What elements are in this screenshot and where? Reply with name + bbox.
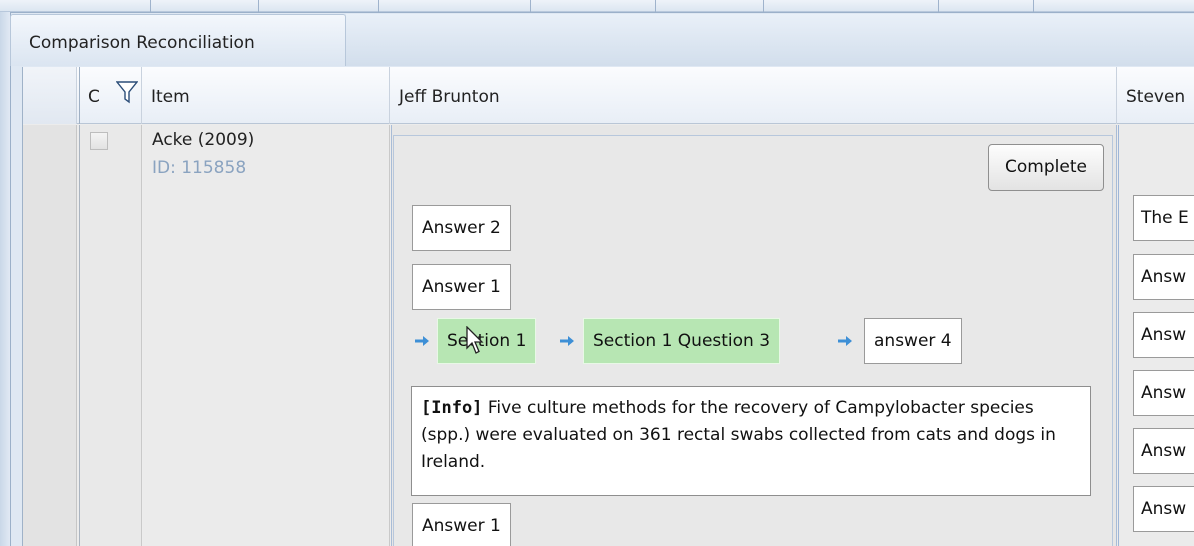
reviewer-1-column-header[interactable]: Jeff Brunton [391,67,1117,124]
answer-chip[interactable]: Answer 1 [412,503,511,546]
reconciliation-grid: C Item Jeff Brunton Steven Acke (2009) I… [22,67,1194,546]
item-column-label: Item [151,87,190,107]
reviewer-2-column-label: Steven [1126,87,1186,107]
answer-chip[interactable]: Answ [1133,428,1194,474]
completed-column-label: C [88,87,100,107]
row-indicator-cell [23,125,77,546]
reviewer-1-column-label: Jeff Brunton [399,87,500,107]
info-text: Five culture methods for the recovery of… [421,398,1056,472]
arrow-right-icon [560,336,574,346]
reviewer-2-column-header[interactable]: Steven [1118,67,1194,124]
mouse-pointer-icon [466,326,484,354]
answer-chip[interactable]: Answ [1133,486,1194,532]
complete-button[interactable]: Complete [988,144,1104,191]
arrow-right-icon [838,336,852,346]
question-chip[interactable]: Section 1 Question 3 [583,318,781,364]
answer-chip[interactable]: Answer 1 [412,264,511,310]
answer-chip[interactable]: answer 4 [864,318,962,364]
item-cell: Acke (2009) ID: 115858 [143,125,390,546]
reviewer-1-codes-panel: Complete Answer 2 Answer 1 Section 1 Sec… [393,135,1113,546]
info-note: [Info] Five culture methods for the reco… [411,386,1091,496]
window-title-tab[interactable]: Comparison Reconciliation [10,14,346,66]
answer-chip[interactable]: The E [1133,195,1194,241]
answer-chip[interactable]: Answer 2 [412,205,511,251]
item-title: Acke (2009) [152,130,255,150]
item-id: ID: 115858 [152,158,247,178]
filter-icon[interactable] [116,80,138,104]
row-indicator-header [23,67,77,124]
answer-chip[interactable]: Answ [1133,254,1194,300]
window-tab-strip [346,14,1194,66]
completed-column-header[interactable]: C [79,67,142,124]
grid-header: C Item Jeff Brunton Steven [23,67,1194,124]
answer-chip[interactable]: Answ [1133,312,1194,358]
background-app-header [0,0,1194,12]
window-title: Comparison Reconciliation [29,33,255,53]
arrow-right-icon [415,336,429,346]
section-chip[interactable]: Section 1 [437,318,537,364]
item-column-header[interactable]: Item [143,67,390,124]
answer-chip[interactable]: Answ [1133,370,1194,416]
reviewer-1-cell: Complete Answer 2 Answer 1 Section 1 Sec… [391,125,1117,546]
reviewer-2-cell: The E Answ Answ Answ Answ Answ [1118,125,1194,546]
completed-cell [79,125,142,546]
completed-checkbox[interactable] [90,132,108,150]
info-tag: [Info] [421,398,483,418]
